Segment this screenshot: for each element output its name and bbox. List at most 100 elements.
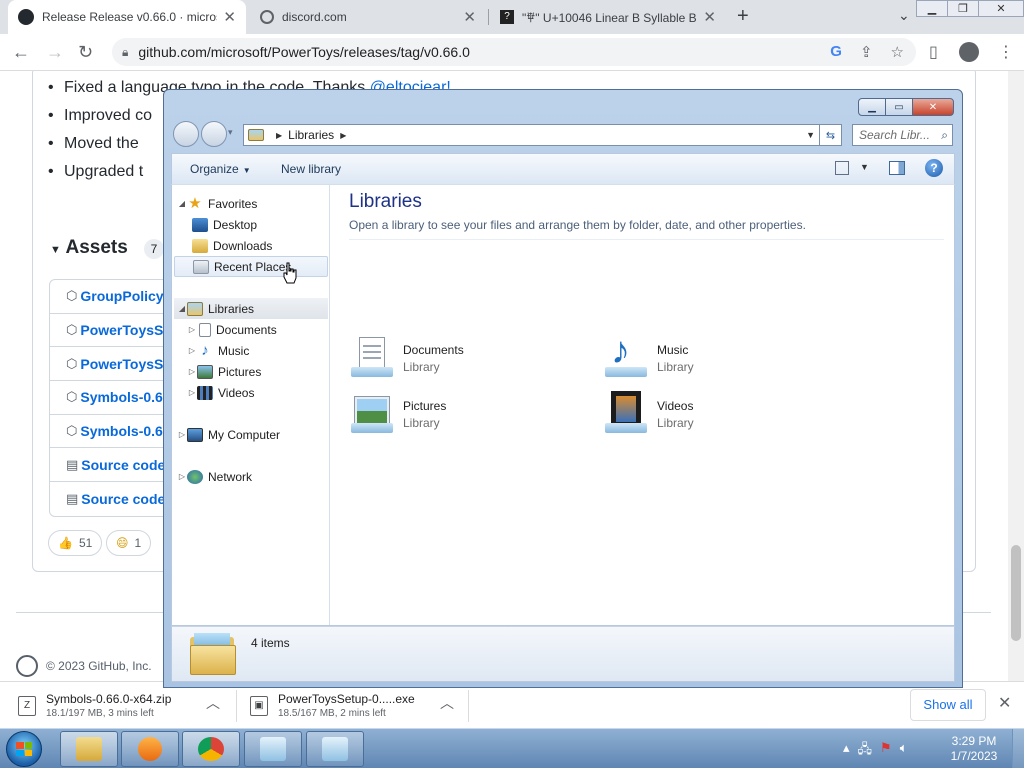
- explorer-search-input[interactable]: Search Libr... ⌕: [852, 124, 953, 146]
- tab-discord[interactable]: discord.com ✕: [250, 0, 486, 34]
- search-icon[interactable]: ⌕: [941, 128, 948, 143]
- forward-button[interactable]: [201, 121, 227, 147]
- view-options-dropdown-icon[interactable]: ▼: [860, 162, 869, 172]
- page-scrollbar[interactable]: [1008, 71, 1024, 681]
- collapsed-triangle-icon[interactable]: ▷: [187, 346, 197, 355]
- menu-kebab-icon[interactable]: ⋮: [998, 42, 1014, 62]
- close-tab-icon[interactable]: ✕: [463, 8, 476, 26]
- expanded-triangle-icon[interactable]: ◢: [177, 304, 187, 313]
- item-count: 4 items: [251, 636, 290, 650]
- breadcrumb-libraries[interactable]: Libraries: [288, 128, 334, 142]
- nav-pictures[interactable]: ▷ Pictures: [187, 361, 344, 382]
- show-hidden-icons-icon[interactable]: ▴: [843, 740, 850, 762]
- volume-icon[interactable]: 🔈︎: [900, 740, 908, 762]
- recent-pages-chevron-icon[interactable]: ▾: [228, 127, 233, 138]
- nav-my-computer[interactable]: ▷ My Computer: [177, 424, 334, 445]
- reaction-smile[interactable]: 😄 1: [106, 530, 152, 556]
- tab-search-chevron-icon[interactable]: ⌄: [898, 7, 910, 24]
- download-item[interactable]: Z Symbols-0.66.0-x64.zip 18.1/197 MB, 3 …: [18, 682, 171, 729]
- profile-avatar[interactable]: [959, 42, 979, 62]
- taskbar-chrome[interactable]: [182, 731, 240, 767]
- new-library-button[interactable]: New library: [281, 162, 341, 176]
- libraries-large-folder-icon: [190, 633, 236, 675]
- tab-github-release[interactable]: Release Release v0.66.0 · microsoft/Powe…: [8, 0, 246, 34]
- minimize-button[interactable]: ▁: [916, 0, 948, 17]
- nav-documents[interactable]: ▷ Documents: [187, 319, 344, 340]
- back-arrow-icon[interactable]: ←: [12, 42, 30, 63]
- reload-icon[interactable]: ↻: [78, 42, 93, 63]
- taskbar-explorer[interactable]: [60, 731, 118, 767]
- nav-desktop[interactable]: Desktop: [192, 214, 349, 235]
- collapsed-triangle-icon[interactable]: ▷: [187, 367, 197, 376]
- share-icon[interactable]: ⇪: [860, 43, 873, 61]
- close-window-button[interactable]: ✕: [912, 98, 954, 116]
- navigation-pane: ◢ ★ Favorites Desktop Downloads Recent P…: [172, 185, 330, 625]
- download-item[interactable]: ▣ PowerToysSetup-0.....exe 18.5/167 MB, …: [250, 682, 415, 729]
- side-panel-icon[interactable]: ▯: [929, 42, 938, 62]
- chevron-up-icon[interactable]: ︿: [206, 693, 220, 713]
- nav-downloads[interactable]: Downloads: [192, 235, 349, 256]
- close-tab-icon[interactable]: ✕: [703, 8, 716, 26]
- organize-menu-button[interactable]: Organize ▼: [190, 162, 251, 176]
- new-tab-button[interactable]: +: [737, 5, 749, 28]
- show-desktop-button[interactable]: [1012, 729, 1024, 768]
- reaction-thumbs-up[interactable]: 👍 51: [48, 530, 103, 556]
- library-music[interactable]: ♪ Music Library: [603, 331, 843, 383]
- documents-icon: [199, 322, 211, 337]
- content-divider: [349, 239, 944, 240]
- nav-videos[interactable]: ▷ Videos: [187, 382, 344, 403]
- nav-libraries[interactable]: ◢ Libraries: [174, 298, 328, 319]
- expanded-triangle-icon[interactable]: ◢: [177, 199, 187, 208]
- action-center-flag-icon[interactable]: ⚑: [880, 740, 892, 762]
- assets-toggle[interactable]: ▼ Assets: [50, 237, 128, 259]
- google-icon[interactable]: G: [830, 43, 842, 61]
- address-bar[interactable]: 🔒︎ github.com/microsoft/PowerToys/releas…: [112, 38, 916, 66]
- breadcrumb-arrow-icon[interactable]: ▶: [276, 131, 282, 140]
- collapsed-triangle-icon[interactable]: ▷: [187, 388, 197, 397]
- show-all-downloads-button[interactable]: Show all: [910, 689, 986, 721]
- network-icon[interactable]: 🖧︎: [858, 740, 873, 762]
- address-dropdown-icon[interactable]: ▼: [806, 130, 815, 140]
- breadcrumb-arrow-icon[interactable]: ▶: [340, 131, 346, 140]
- libraries-folder-icon: [248, 129, 264, 141]
- release-note-item: Upgraded t: [48, 163, 143, 181]
- taskbar-media-player[interactable]: [121, 731, 179, 767]
- library-videos[interactable]: Videos Library: [603, 389, 843, 439]
- collapsed-triangle-icon[interactable]: ▷: [177, 472, 187, 481]
- nav-music[interactable]: ▷ ♪ Music: [187, 340, 344, 361]
- preview-pane-icon[interactable]: [889, 161, 905, 175]
- close-download-bar-icon[interactable]: ✕: [998, 693, 1011, 713]
- nav-network[interactable]: ▷ Network: [177, 466, 334, 487]
- collapsed-triangle-icon[interactable]: ▷: [187, 325, 197, 334]
- package-icon: ⬡: [66, 322, 78, 338]
- nav-favorites[interactable]: ◢ ★ Favorites: [177, 193, 334, 214]
- start-button[interactable]: [6, 731, 42, 767]
- taskbar-notepad-2[interactable]: [306, 731, 364, 767]
- back-button[interactable]: [173, 121, 199, 147]
- change-view-icon[interactable]: [835, 161, 849, 175]
- thumbs-up-icon: 👍: [58, 536, 73, 550]
- nav-recent-places[interactable]: Recent Places: [174, 256, 328, 277]
- download-separator: [236, 690, 237, 722]
- hand-cursor-icon: [283, 262, 297, 284]
- minimize-button[interactable]: ▁: [858, 98, 886, 116]
- help-icon[interactable]: ?: [925, 159, 943, 177]
- explorer-address-bar[interactable]: ▶ Libraries ▶ ▼: [243, 124, 820, 146]
- chevron-up-icon[interactable]: ︿: [440, 693, 454, 713]
- collapsed-triangle-icon[interactable]: ▷: [177, 430, 187, 439]
- clock-date: 1/7/2023: [950, 749, 998, 763]
- restore-button[interactable]: ❐: [947, 0, 979, 17]
- tab-unicode-character[interactable]: ? "𐁆" U+10046 Linear B Syllable B0 ✕: [490, 0, 726, 34]
- forward-arrow-icon[interactable]: →: [46, 42, 64, 63]
- close-window-button[interactable]: ✕: [978, 0, 1024, 17]
- library-documents[interactable]: Documents Library: [349, 333, 589, 383]
- bookmark-star-icon[interactable]: ☆: [891, 43, 904, 61]
- taskbar-clock[interactable]: 3:29 PM 1/7/2023: [942, 734, 1006, 764]
- scrollbar-thumb[interactable]: [1011, 545, 1021, 641]
- library-pictures[interactable]: Pictures Library: [349, 389, 589, 439]
- refresh-icon[interactable]: ⇆: [820, 124, 842, 146]
- taskbar-notepad[interactable]: [244, 731, 302, 767]
- github-footer: © 2023 GitHub, Inc.: [16, 655, 152, 677]
- close-tab-icon[interactable]: ✕: [223, 8, 236, 26]
- maximize-button[interactable]: ▭: [885, 98, 913, 116]
